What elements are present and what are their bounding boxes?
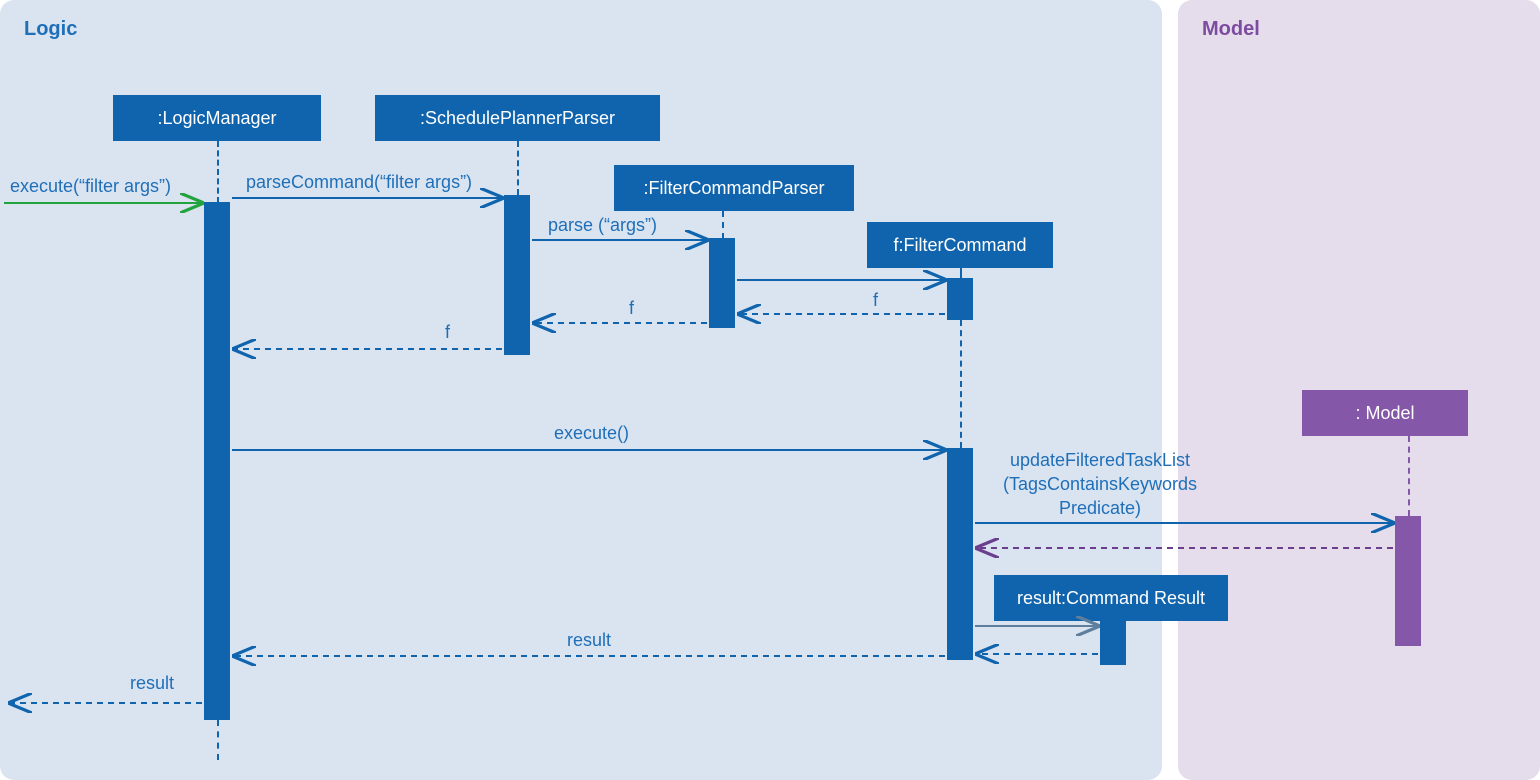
- msg-return-f-3: f: [445, 322, 450, 343]
- lifeline-fc-top: [960, 268, 962, 278]
- activation-command-result: [1100, 621, 1126, 665]
- msg-parse: parse (“args”): [548, 215, 657, 236]
- activation-fc-execute: [947, 448, 973, 660]
- msg-execute-entry: execute(“filter args”): [10, 176, 171, 197]
- lifeline-spp-top: [517, 141, 519, 195]
- lifeline-fcp-top: [722, 211, 724, 239]
- lifeline-logic-manager-top: [217, 141, 219, 203]
- logic-frame-title: Logic: [24, 18, 77, 41]
- activation-fc-create: [947, 278, 973, 320]
- participant-logic-manager: :LogicManager: [113, 95, 321, 141]
- msg-parse-command: parseCommand(“filter args”): [246, 172, 472, 193]
- participant-model: : Model: [1302, 390, 1468, 436]
- msg-result-2: result: [130, 673, 174, 694]
- participant-command-result: result:Command Result: [994, 575, 1228, 621]
- model-frame-title: Model: [1202, 18, 1260, 41]
- participant-filter-command-parser: :FilterCommandParser: [614, 165, 854, 211]
- activation-model: [1395, 516, 1421, 646]
- lifeline-logic-manager-bottom: [217, 720, 219, 760]
- msg-update-filtered-l2: (TagsContainsKeywords: [1000, 474, 1200, 495]
- lifeline-fc-mid: [960, 320, 962, 448]
- msg-return-f-1: f: [873, 290, 878, 311]
- msg-update-filtered-l1: updateFilteredTaskList: [1000, 450, 1200, 471]
- activation-fcp: [709, 238, 735, 328]
- activation-spp: [504, 195, 530, 355]
- msg-return-f-2: f: [629, 298, 634, 319]
- participant-schedule-planner-parser: :SchedulePlannerParser: [375, 95, 660, 141]
- msg-update-filtered-l3: Predicate): [1000, 498, 1200, 519]
- msg-result-1: result: [567, 630, 611, 651]
- msg-execute: execute(): [554, 423, 629, 444]
- participant-filter-command: f:FilterCommand: [867, 222, 1053, 268]
- activation-logic-manager: [204, 202, 230, 720]
- lifeline-model-top: [1408, 436, 1410, 516]
